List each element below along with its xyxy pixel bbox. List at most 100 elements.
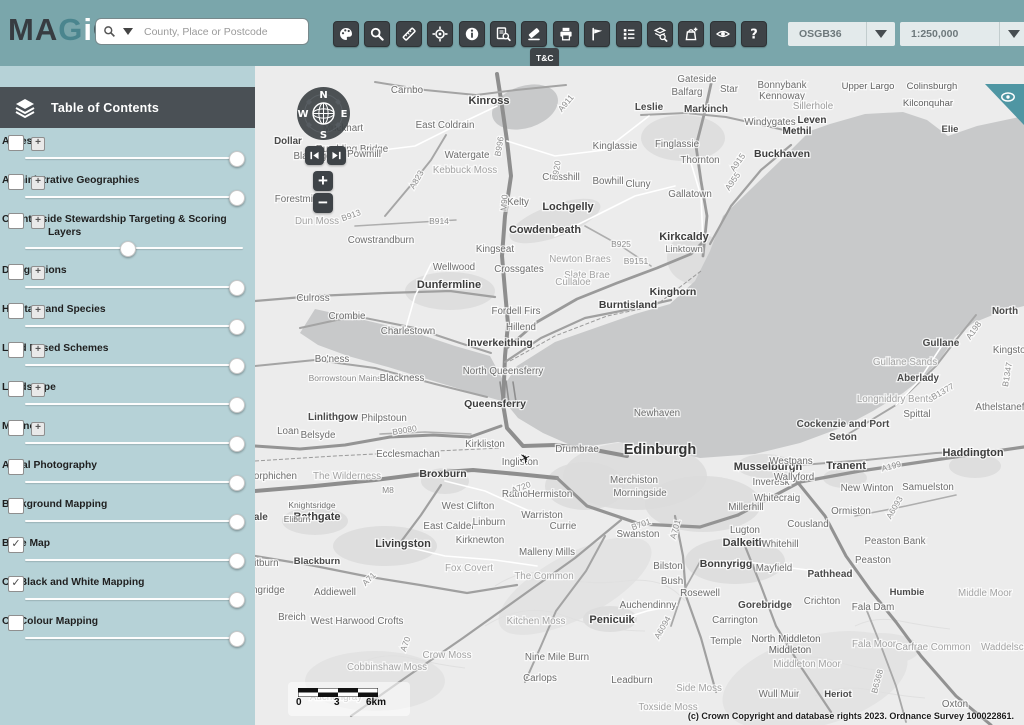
slider-track[interactable]	[25, 481, 243, 483]
layer-expand-button[interactable]: +	[31, 422, 45, 436]
layer-expand-button[interactable]: +	[31, 137, 45, 151]
slider-track[interactable]	[25, 637, 243, 639]
layer-expand-button[interactable]: +	[31, 305, 45, 319]
layer-label: Base Map	[0, 537, 255, 551]
slider-track[interactable]	[25, 157, 243, 159]
layer-checkbox[interactable]	[8, 498, 24, 514]
site-check-button[interactable]	[584, 21, 610, 47]
slider-thumb[interactable]	[229, 475, 245, 491]
layer-opacity-slider[interactable]	[0, 190, 255, 205]
slider-thumb[interactable]	[229, 553, 245, 569]
slider-track[interactable]	[25, 325, 243, 327]
slider-track[interactable]	[25, 598, 243, 600]
slider-track[interactable]	[25, 196, 243, 198]
slider-thumb[interactable]	[229, 631, 245, 647]
magnifier-icon	[369, 26, 385, 42]
slider-thumb[interactable]	[120, 241, 136, 257]
layer-checkbox[interactable]	[8, 303, 24, 319]
print-button[interactable]	[553, 21, 579, 47]
layer-checkbox[interactable]	[8, 264, 24, 280]
search-layers-button[interactable]	[647, 21, 673, 47]
next-extent-button[interactable]	[327, 146, 346, 165]
slider-track[interactable]	[25, 364, 243, 366]
slider-thumb[interactable]	[229, 358, 245, 374]
slider-track[interactable]	[25, 442, 243, 444]
compass-e: E	[341, 109, 348, 120]
place-label: Lugton	[730, 525, 760, 536]
layer-checkbox[interactable]	[8, 615, 24, 631]
layer-opacity-slider[interactable]	[0, 553, 255, 568]
slider-thumb[interactable]	[229, 319, 245, 335]
layer-item: +Marine	[0, 420, 255, 451]
layer-opacity-slider[interactable]	[0, 319, 255, 334]
place-label: Morningside	[613, 488, 667, 499]
slider-thumb[interactable]	[229, 280, 245, 296]
map[interactable]: EdinburghDunfermlineKirkcaldyLinktownCow…	[255, 66, 1024, 725]
layer-checkbox[interactable]	[8, 213, 24, 229]
layer-checkbox[interactable]	[8, 174, 24, 190]
layer-expand-button[interactable]: +	[31, 383, 45, 397]
projection-select[interactable]: OSGB36	[788, 22, 895, 46]
layer-opacity-slider[interactable]	[0, 280, 255, 295]
layer-expand-button[interactable]: +	[31, 176, 45, 190]
layer-checkbox[interactable]	[8, 135, 24, 151]
compass-control[interactable]: N E S W	[295, 85, 352, 142]
legend-button[interactable]	[616, 21, 642, 47]
query-button[interactable]	[490, 21, 516, 47]
slider-track[interactable]	[25, 559, 243, 561]
place-label: Carlops	[523, 673, 557, 684]
layer-checkbox[interactable]	[8, 459, 24, 475]
previous-extent-button[interactable]	[305, 146, 324, 165]
slider-track[interactable]	[25, 520, 243, 522]
saved-data-button[interactable]	[678, 21, 704, 47]
slider-thumb[interactable]	[229, 436, 245, 452]
layer-opacity-slider[interactable]	[0, 631, 255, 646]
layer-expand-button[interactable]: +	[31, 215, 45, 229]
place-label: Mayfield	[756, 563, 792, 574]
layer-expand-button[interactable]: +	[31, 344, 45, 358]
slider-thumb[interactable]	[229, 190, 245, 206]
layer-checkbox[interactable]	[8, 420, 24, 436]
layer-opacity-slider[interactable]	[0, 241, 255, 256]
terms-and-conditions-button[interactable]: T&C	[530, 48, 559, 68]
locate-button[interactable]	[427, 21, 453, 47]
place-label: Watergate	[445, 150, 490, 161]
change-background-button[interactable]	[333, 21, 359, 47]
layer-opacity-slider[interactable]	[0, 514, 255, 529]
help-button[interactable]: ?	[741, 21, 767, 47]
layer-checkbox[interactable]	[8, 381, 24, 397]
layer-opacity-slider[interactable]	[0, 397, 255, 412]
layer-opacity-slider[interactable]	[0, 358, 255, 373]
map-svg[interactable]: EdinburghDunfermlineKirkcaldyLinktownCow…	[255, 66, 1024, 725]
search-dropdown-arrow[interactable]	[123, 28, 133, 35]
place-label: Dunfermline	[417, 279, 481, 291]
layer-checkbox[interactable]: ✓	[8, 537, 24, 553]
clear-button[interactable]	[521, 21, 547, 47]
layer-visibility-button[interactable]	[710, 21, 736, 47]
place-label: West Clifton	[442, 501, 495, 512]
layer-opacity-slider[interactable]	[0, 436, 255, 451]
layer-expand-button[interactable]: +	[31, 266, 45, 280]
measure-button[interactable]	[396, 21, 422, 47]
layer-checkbox[interactable]	[8, 342, 24, 358]
layer-opacity-slider[interactable]	[0, 592, 255, 607]
slider-track[interactable]	[25, 403, 243, 405]
logo-letter: i	[83, 13, 93, 47]
overview-map-toggle[interactable]	[985, 84, 1024, 125]
zoom-out-button[interactable]: −	[313, 193, 333, 213]
zoom-in-button[interactable]: +	[313, 171, 333, 191]
slider-thumb[interactable]	[229, 397, 245, 413]
slider-track[interactable]	[25, 286, 243, 288]
slider-thumb[interactable]	[229, 592, 245, 608]
place-label: Carnbo	[391, 85, 424, 96]
search-input[interactable]	[142, 25, 308, 39]
layer-opacity-slider[interactable]	[0, 475, 255, 490]
identify-button[interactable]	[459, 21, 485, 47]
zoom-button[interactable]	[364, 21, 390, 47]
slider-thumb[interactable]	[229, 514, 245, 530]
layer-opacity-slider[interactable]	[0, 151, 255, 166]
scale-select[interactable]: 1:250,000	[900, 22, 1024, 46]
slider-thumb[interactable]	[229, 151, 245, 167]
place-label: Haddington	[942, 447, 1003, 459]
layer-checkbox[interactable]: ✓	[8, 576, 24, 592]
